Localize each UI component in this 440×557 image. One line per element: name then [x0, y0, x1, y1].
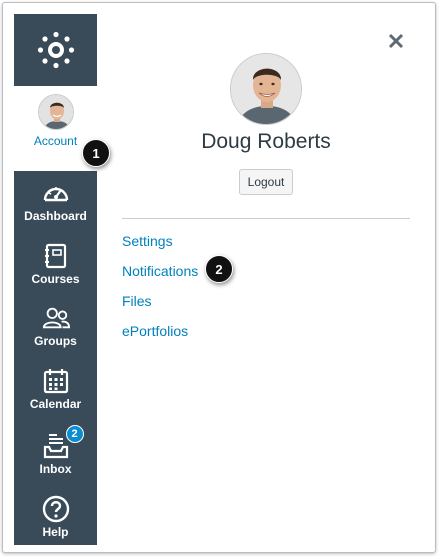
nav-item-courses-label: Courses — [31, 272, 80, 286]
logout-button[interactable]: Logout — [239, 169, 293, 195]
tray-link-files[interactable]: Files — [122, 293, 152, 309]
nav-item-calendar[interactable]: Calendar — [14, 359, 97, 421]
nav-item-calendar-label: Calendar — [29, 397, 82, 411]
close-icon[interactable] — [386, 31, 406, 51]
nav-item-dashboard-label: Dashboard — [24, 209, 87, 223]
nav-item-help[interactable]: Help — [14, 487, 97, 549]
global-navigation: Account Dashboard Courses Groups Calenda… — [14, 14, 97, 545]
help-question-icon — [42, 495, 70, 523]
nav-item-courses[interactable]: Courses — [14, 234, 97, 296]
inbox-unread-badge: 2 — [65, 425, 84, 443]
profile-avatar — [230, 53, 302, 125]
canvas-logo-icon[interactable] — [14, 14, 97, 86]
calendar-icon — [42, 368, 70, 394]
user-display-name: Doug Roberts — [201, 130, 331, 153]
callout-marker-2: 2 — [205, 255, 233, 283]
nav-item-help-label: Help — [42, 525, 69, 539]
nav-account-label: Account — [33, 134, 78, 148]
screenshot-frame: Account Dashboard Courses Groups Calenda… — [2, 2, 436, 553]
nav-item-groups-label: Groups — [34, 334, 77, 348]
callout-marker-1: 1 — [82, 139, 110, 167]
tray-link-notifications[interactable]: Notifications — [122, 263, 198, 279]
tray-link-eportfolios[interactable]: ePortfolios — [122, 323, 188, 339]
nav-item-inbox[interactable]: 2 Inbox — [14, 424, 97, 486]
inbox-tray-icon: 2 — [42, 425, 84, 459]
nav-item-inbox-label: Inbox — [39, 462, 72, 476]
courses-book-icon — [42, 243, 70, 269]
tray-divider — [122, 218, 410, 219]
groups-people-icon — [42, 305, 70, 331]
speedometer-icon — [42, 180, 70, 206]
nav-item-groups[interactable]: Groups — [14, 296, 97, 358]
user-avatar — [37, 94, 74, 130]
nav-item-dashboard[interactable]: Dashboard — [14, 171, 97, 233]
tray-link-settings[interactable]: Settings — [122, 233, 173, 249]
